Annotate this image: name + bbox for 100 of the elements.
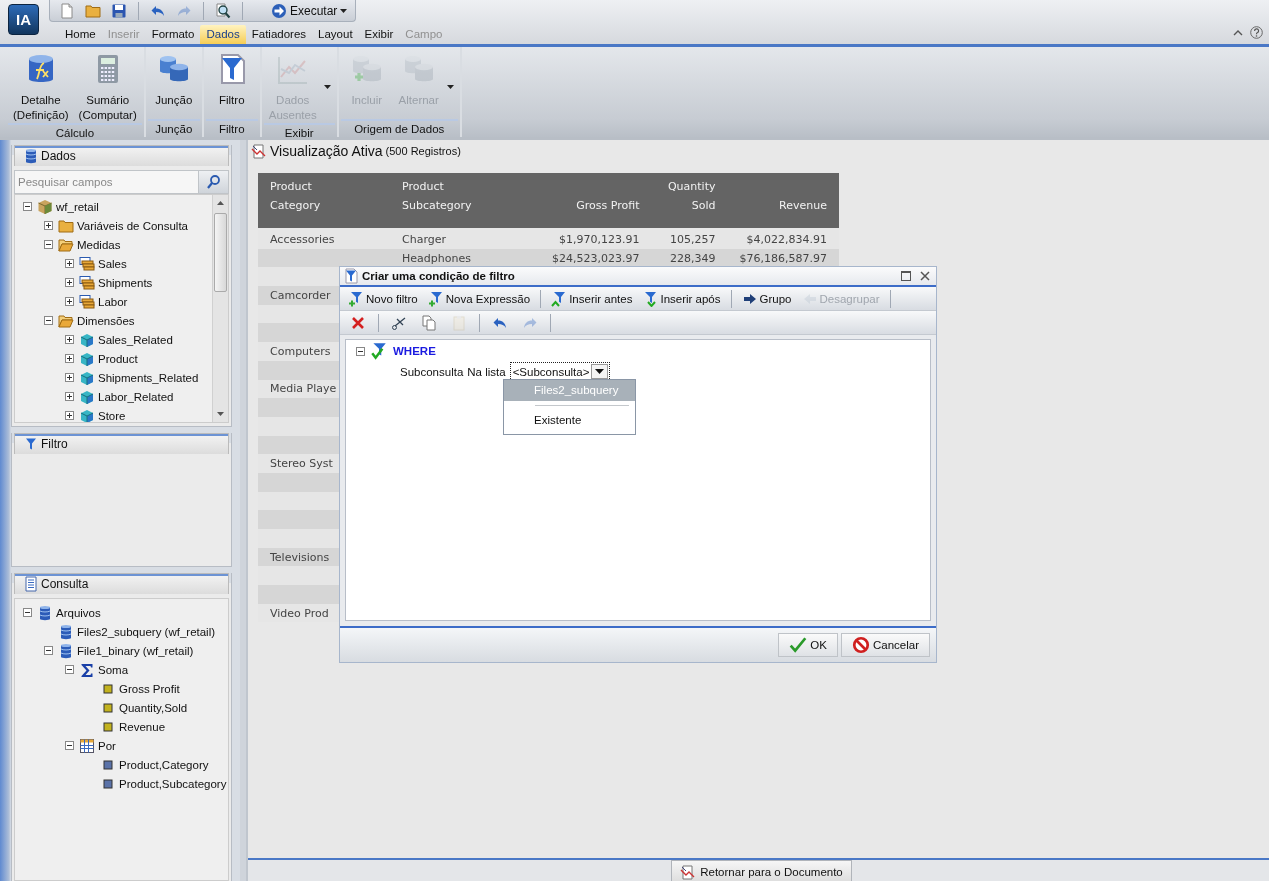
tree-item[interactable]: File1_binary (wf_retail) bbox=[77, 644, 194, 657]
column-header: Quantity Sold bbox=[667, 180, 716, 212]
stacked-sheets-icon bbox=[79, 293, 95, 310]
tree-item[interactable]: Shipments_Related bbox=[98, 371, 199, 384]
toolbar-button[interactable]: Inserir antes bbox=[547, 290, 637, 307]
clipboard-icon bbox=[451, 314, 467, 331]
panel-title: Consulta bbox=[41, 577, 89, 591]
tree-item[interactable]: wf_retail bbox=[56, 200, 99, 213]
table-cell: $4,022,834.91 bbox=[746, 232, 827, 246]
expand-toggle[interactable] bbox=[65, 297, 74, 306]
tree-item[interactable]: Product bbox=[98, 352, 138, 365]
tree-item[interactable]: Medidas bbox=[77, 238, 121, 251]
table-cell: Media Playe bbox=[270, 382, 337, 396]
ribbon-group-label: Filtro bbox=[205, 119, 258, 137]
scroll-down-arrow-icon[interactable] bbox=[217, 412, 224, 416]
menu-tab[interactable]: Formato bbox=[145, 25, 201, 44]
expand-toggle[interactable] bbox=[65, 278, 74, 287]
collapse-toggle[interactable] bbox=[23, 608, 32, 617]
expand-toggle[interactable] bbox=[65, 411, 74, 420]
open-folder-icon bbox=[58, 236, 74, 253]
tree-item[interactable]: Product,Subcategory bbox=[119, 777, 227, 790]
tree-item[interactable]: Dimensões bbox=[77, 314, 135, 327]
stacked-sheets-icon bbox=[79, 274, 95, 291]
tree-item[interactable]: Labor bbox=[98, 295, 128, 308]
stacked-sheets-icon bbox=[79, 255, 95, 272]
search-field[interactable]: Pesquisar campos bbox=[14, 170, 229, 194]
collapse-toggle[interactable] bbox=[23, 202, 32, 211]
tree-item[interactable]: Soma bbox=[98, 663, 129, 676]
tree-item[interactable]: Por bbox=[98, 739, 116, 752]
cube-icon bbox=[79, 407, 95, 422]
collapse-toggle[interactable] bbox=[44, 646, 53, 655]
menu-tab[interactable]: Fatiadores bbox=[245, 25, 313, 44]
ok-button[interactable]: OK bbox=[778, 633, 838, 657]
expand-toggle[interactable] bbox=[65, 354, 74, 363]
tree-item[interactable]: Product,Category bbox=[119, 758, 209, 771]
toolbar-button[interactable]: Novo filtro bbox=[344, 290, 422, 307]
arrow-circle-icon bbox=[271, 2, 287, 19]
scrollbar[interactable] bbox=[212, 195, 228, 422]
menu-tab[interactable]: Exibir bbox=[358, 25, 400, 44]
database-icon bbox=[58, 623, 74, 640]
tree-item[interactable]: Files2_subquery (wf_retail) bbox=[77, 625, 216, 638]
scroll-up-arrow-icon[interactable] bbox=[217, 201, 224, 205]
magnifier-page-icon bbox=[215, 2, 231, 19]
help-icon[interactable] bbox=[1250, 26, 1263, 39]
collapse-toggle[interactable] bbox=[356, 346, 365, 356]
delete-icon bbox=[350, 314, 366, 331]
database-icon bbox=[58, 642, 74, 659]
ribbon-button[interactable]: Detalhe (Definição) bbox=[8, 53, 74, 123]
column-header: Revenue bbox=[779, 199, 827, 212]
tree-item[interactable]: Sales bbox=[98, 257, 127, 270]
expand-toggle[interactable] bbox=[65, 335, 74, 344]
ribbon-group-label: Origem de Dados bbox=[340, 119, 458, 137]
condition-field[interactable]: Subconsulta bbox=[400, 365, 464, 378]
open-folder-icon bbox=[58, 312, 74, 329]
collapse-toggle[interactable] bbox=[44, 316, 53, 325]
collapse-toggle[interactable] bbox=[44, 240, 53, 249]
tree-item[interactable]: Arquivos bbox=[56, 606, 101, 619]
condition-operator[interactable]: Na lista bbox=[467, 365, 506, 378]
panel-title: Filtro bbox=[41, 437, 68, 451]
run-button[interactable]: Executar bbox=[251, 2, 350, 19]
expand-toggle[interactable] bbox=[65, 392, 74, 401]
checkmark-icon bbox=[789, 636, 808, 654]
collapse-toggle[interactable] bbox=[65, 665, 74, 674]
table-cell: 228,349 bbox=[670, 251, 716, 265]
toolbar-button[interactable]: Grupo bbox=[737, 290, 796, 307]
copy-icon bbox=[421, 314, 437, 331]
search-input[interactable]: Pesquisar campos bbox=[15, 171, 198, 193]
cube-icon bbox=[79, 331, 95, 348]
return-button[interactable]: Retornar para o Documento bbox=[671, 860, 852, 881]
new-document-icon bbox=[59, 2, 75, 19]
table-cell: Headphones bbox=[402, 251, 471, 265]
expand-toggle[interactable] bbox=[44, 221, 53, 230]
tree-item[interactable]: Variáveis de Consulta bbox=[77, 219, 188, 232]
ribbon-button[interactable]: Sumário (Computar) bbox=[73, 53, 142, 123]
toolbar-button[interactable]: Nova Expressão bbox=[423, 290, 535, 307]
tree-item[interactable]: Sales_Related bbox=[98, 333, 173, 346]
toolbar-button[interactable]: Inserir após bbox=[638, 290, 725, 307]
tree-item[interactable]: Quantity,Sold bbox=[119, 701, 188, 714]
search-button[interactable] bbox=[198, 171, 228, 193]
cancel-button[interactable]: Cancelar bbox=[840, 633, 930, 657]
tree-item[interactable]: Store bbox=[98, 409, 126, 422]
close-icon[interactable] bbox=[920, 271, 930, 281]
expand-toggle[interactable] bbox=[65, 373, 74, 382]
app-logo[interactable]: IA bbox=[8, 4, 39, 35]
menu-tab[interactable]: Home bbox=[59, 25, 102, 44]
tree-item[interactable]: Labor_Related bbox=[98, 390, 174, 403]
ribbon-button[interactable]: Junção bbox=[147, 53, 200, 108]
tree-item[interactable]: Gross Profit bbox=[119, 682, 180, 695]
maximize-icon[interactable] bbox=[901, 271, 911, 281]
table-cell: Charger bbox=[402, 232, 446, 246]
tree-item[interactable]: Revenue bbox=[119, 720, 166, 733]
collapse-toggle[interactable] bbox=[65, 741, 74, 750]
menu-tab[interactable]: Layout bbox=[312, 25, 359, 44]
tree-item[interactable]: Shipments bbox=[98, 276, 153, 289]
expand-toggle[interactable] bbox=[65, 259, 74, 268]
menu-item[interactable]: Existente bbox=[504, 410, 635, 431]
ribbon-button[interactable]: Filtro bbox=[205, 53, 258, 108]
funnel-check-icon bbox=[370, 342, 388, 360]
search-icon bbox=[205, 174, 222, 190]
menu-tab[interactable]: Dados bbox=[200, 25, 246, 44]
